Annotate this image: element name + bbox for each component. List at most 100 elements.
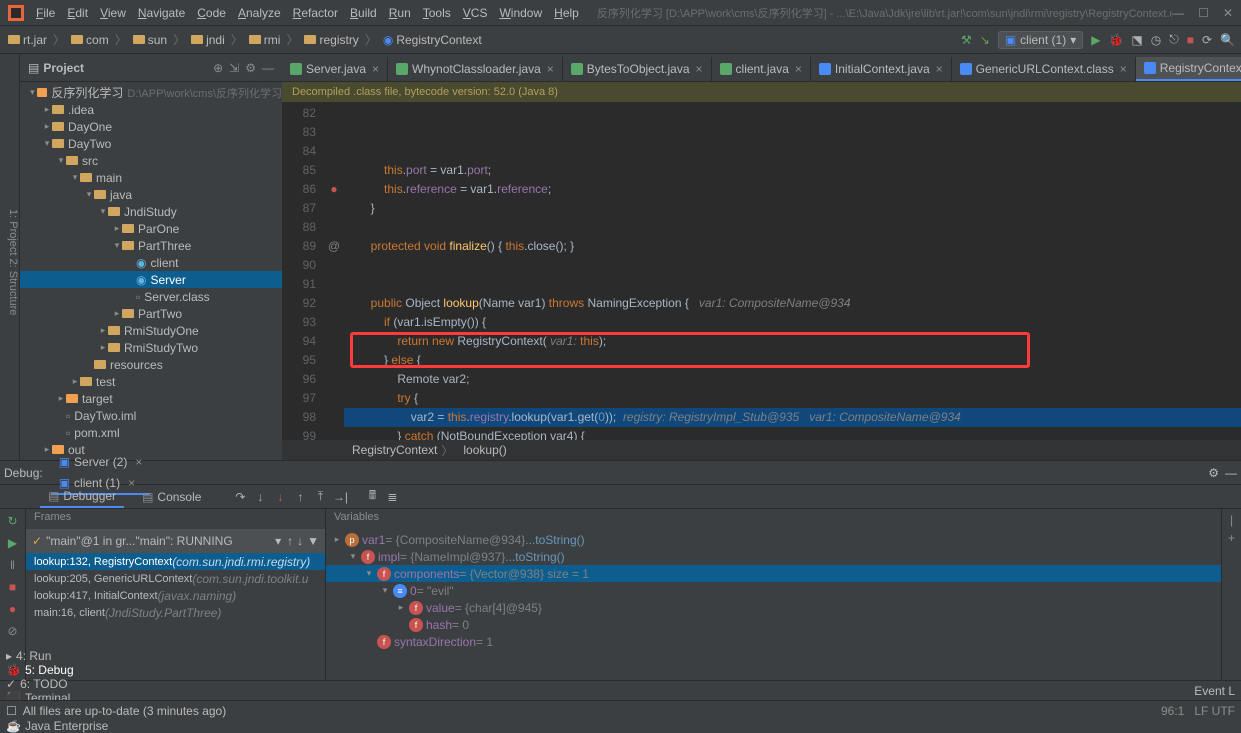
close-tab-icon[interactable]: × bbox=[372, 62, 379, 76]
menu-run[interactable]: Run bbox=[383, 4, 417, 22]
tree-node[interactable]: ▾src bbox=[20, 152, 282, 169]
breadcrumb-item[interactable]: registry bbox=[302, 33, 360, 47]
tree-node[interactable]: ▫DayTwo.iml bbox=[20, 407, 282, 424]
menu-navigate[interactable]: Navigate bbox=[132, 4, 191, 22]
toolwindow-debug[interactable]: 🐞 5: Debug bbox=[6, 663, 108, 677]
rerun-icon[interactable]: ↻ bbox=[5, 513, 21, 529]
coverage-icon[interactable]: ⬔ bbox=[1131, 33, 1142, 47]
tree-node[interactable]: ▸test bbox=[20, 373, 282, 390]
gear-icon[interactable]: ⚙ bbox=[245, 61, 256, 75]
pause-icon[interactable]: ‖ bbox=[5, 557, 21, 573]
tree-node[interactable]: ▾反序列化学习 D:\APP\work\cms\反序列化学习 bbox=[20, 84, 282, 101]
run-config-dropdown[interactable]: ▣ client (1) ▾ bbox=[998, 31, 1083, 49]
view-breakpoints-icon[interactable]: ● bbox=[5, 601, 21, 617]
minimize-icon[interactable]: — bbox=[1172, 6, 1184, 20]
status-icon[interactable]: ☐ bbox=[6, 704, 17, 718]
editor-tab[interactable]: GenericURLContext.class× bbox=[952, 57, 1136, 81]
file-encoding[interactable]: LF UTF bbox=[1194, 704, 1235, 718]
variables-tree[interactable]: ▸pvar1 = {CompositeName@934} ...toString… bbox=[326, 529, 1221, 680]
nav-back-icon[interactable]: ↘ bbox=[980, 33, 990, 47]
tree-node[interactable]: ▸target bbox=[20, 390, 282, 407]
menu-vcs[interactable]: VCS bbox=[457, 4, 494, 22]
build-icon[interactable]: ⚒ bbox=[961, 33, 972, 47]
step-over-icon[interactable]: ↷ bbox=[231, 488, 249, 506]
code-content[interactable]: this.port = var1.port; this.reference = … bbox=[344, 102, 1241, 440]
close-icon[interactable]: ✕ bbox=[1223, 6, 1233, 20]
breadcrumb[interactable]: rt.jar〉com〉sun〉jndi〉rmi〉registry〉◉Regist… bbox=[6, 31, 961, 48]
menu-file[interactable]: File bbox=[30, 4, 61, 22]
menu-window[interactable]: Window bbox=[493, 4, 548, 22]
variable-node[interactable]: ▾≡0 = "evil" bbox=[326, 582, 1221, 599]
editor-tab[interactable]: RegistryContext.class× bbox=[1136, 57, 1241, 81]
breadcrumb-item[interactable]: ◉RegistryContext bbox=[381, 33, 484, 47]
caret-position[interactable]: 96:1 bbox=[1161, 704, 1184, 718]
project-expand-icon[interactable]: ▤ bbox=[28, 61, 39, 75]
tree-node[interactable]: ▸PartTwo bbox=[20, 305, 282, 322]
tree-node[interactable]: ▸ParOne bbox=[20, 220, 282, 237]
step-out-icon[interactable]: ↑ bbox=[291, 488, 309, 506]
stack-frame[interactable]: lookup:132, RegistryContext (com.sun.jnd… bbox=[26, 553, 325, 570]
tree-node[interactable]: ▾JndiStudy bbox=[20, 203, 282, 220]
breadcrumb-item[interactable]: com bbox=[69, 33, 111, 47]
run-to-cursor-icon[interactable]: →| bbox=[331, 488, 349, 506]
menu-help[interactable]: Help bbox=[548, 4, 585, 22]
maximize-icon[interactable]: ☐ bbox=[1198, 6, 1209, 20]
close-tab-icon[interactable]: × bbox=[936, 62, 943, 76]
variable-node[interactable]: fhash = 0 bbox=[326, 616, 1221, 633]
evaluate-icon[interactable]: 🖩 bbox=[363, 488, 381, 506]
run-icon[interactable]: ▶ bbox=[1091, 33, 1100, 47]
breadcrumb-item[interactable]: sun bbox=[131, 33, 169, 47]
tree-node[interactable]: ◉client bbox=[20, 254, 282, 271]
menu-view[interactable]: View bbox=[94, 4, 132, 22]
tree-node[interactable]: ▫pom.xml bbox=[20, 424, 282, 441]
close-tab-icon[interactable]: × bbox=[696, 62, 703, 76]
menu-build[interactable]: Build bbox=[344, 4, 383, 22]
menu-refactor[interactable]: Refactor bbox=[287, 4, 344, 22]
debug-session-tab[interactable]: ▣ Server (2) × bbox=[51, 451, 151, 473]
attach-icon[interactable]: ⎋ bbox=[1169, 32, 1179, 47]
tree-node[interactable]: resources bbox=[20, 356, 282, 373]
step-into-icon[interactable]: ↓ bbox=[251, 488, 269, 506]
search-icon[interactable]: 🔍 bbox=[1220, 33, 1235, 47]
breadcrumb-item[interactable]: rmi bbox=[247, 33, 283, 47]
tool-windows-bar[interactable]: ▸ 4: Run🐞 5: Debug✓ 6: TODO⬛ Terminal🔍 F… bbox=[0, 680, 1241, 700]
prev-frame-icon[interactable]: ↑ bbox=[287, 534, 293, 548]
filter-icon[interactable]: ▼ bbox=[307, 534, 319, 548]
drop-frame-icon[interactable]: ⤒ bbox=[311, 488, 329, 506]
stack-frame[interactable]: lookup:205, GenericURLContext (com.sun.j… bbox=[26, 570, 325, 587]
menu-analyze[interactable]: Analyze bbox=[232, 4, 287, 22]
stop-debug-icon[interactable]: ■ bbox=[5, 579, 21, 595]
debug-subtab-console[interactable]: ▤ Console bbox=[134, 486, 209, 508]
close-tab-icon[interactable]: × bbox=[547, 62, 554, 76]
menu-edit[interactable]: Edit bbox=[61, 4, 94, 22]
variable-node[interactable]: ▾fimpl = {NameImpl@937} ...toString() bbox=[326, 548, 1221, 565]
tree-node[interactable]: ▾main bbox=[20, 169, 282, 186]
tree-node[interactable]: ▸DayOne bbox=[20, 118, 282, 135]
toolwindow-run[interactable]: ▸ 4: Run bbox=[6, 649, 108, 663]
tree-node[interactable]: ▸.idea bbox=[20, 101, 282, 118]
tree-node[interactable]: ▸RmiStudyTwo bbox=[20, 339, 282, 356]
toolwindow-javaenterprise[interactable]: ☕ Java Enterprise bbox=[6, 719, 108, 733]
tree-node[interactable]: ▫Server.class bbox=[20, 288, 282, 305]
resume-icon[interactable]: ▶ bbox=[5, 535, 21, 551]
mute-breakpoints-icon[interactable]: ⊘ bbox=[5, 623, 21, 639]
editor-breadcrumb[interactable]: RegistryContext 〉 lookup() bbox=[282, 440, 1241, 460]
marker-gutter[interactable]: ● @ bbox=[324, 102, 344, 440]
variable-node[interactable]: ▸fvalue = {char[4]@945} bbox=[326, 599, 1221, 616]
variable-node[interactable]: ▸pvar1 = {CompositeName@934} ...toString… bbox=[326, 531, 1221, 548]
code-editor[interactable]: 8283848586878889909192939495969798991001… bbox=[282, 102, 1241, 440]
update-icon[interactable]: ⟳ bbox=[1202, 33, 1212, 47]
tree-node[interactable]: ▸RmiStudyOne bbox=[20, 322, 282, 339]
close-tab-icon[interactable]: × bbox=[1120, 62, 1127, 76]
debug-subtab-debugger[interactable]: ▤ Debugger bbox=[40, 486, 124, 508]
editor-tab[interactable]: WhynotClassloader.java× bbox=[388, 57, 563, 81]
breadcrumb-item[interactable]: rt.jar bbox=[6, 33, 49, 47]
trace-icon[interactable]: ≣ bbox=[383, 488, 401, 506]
debug-hide-icon[interactable]: — bbox=[1225, 466, 1237, 480]
tree-node[interactable]: ◉Server bbox=[20, 271, 282, 288]
stop-icon[interactable]: ■ bbox=[1187, 33, 1194, 47]
project-tree[interactable]: ▾反序列化学习 D:\APP\work\cms\反序列化学习▸.idea▸Day… bbox=[20, 82, 282, 460]
thread-selector[interactable]: ✓ "main"@1 in gr..."main": RUNNING ▾ ↑ ↓… bbox=[26, 529, 325, 553]
debug-gear-icon[interactable]: ⚙ bbox=[1208, 466, 1219, 480]
variable-node[interactable]: ▾fcomponents = {Vector@938} size = 1 bbox=[326, 565, 1221, 582]
